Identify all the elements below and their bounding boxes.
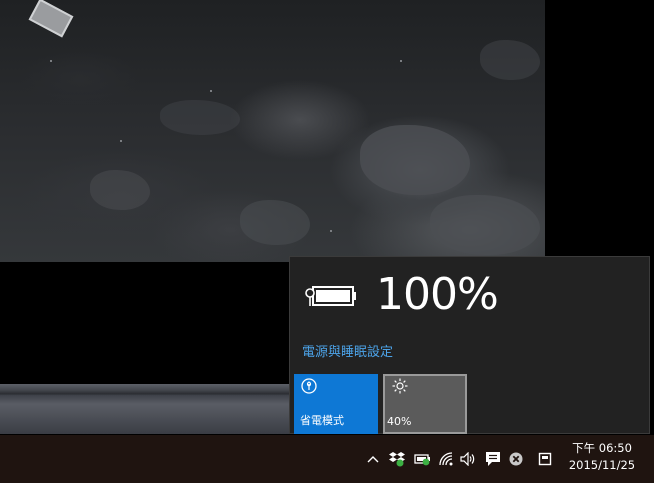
dropbox-icon[interactable] xyxy=(389,451,405,467)
volume-icon[interactable] xyxy=(460,451,478,467)
wifi-icon[interactable] xyxy=(438,451,454,467)
battery-saver-label: 省電模式 xyxy=(300,414,344,427)
chevron-up-icon[interactable] xyxy=(366,451,380,467)
speck xyxy=(400,60,402,62)
rock xyxy=(360,125,470,195)
action-center-icon[interactable] xyxy=(537,451,553,467)
speck xyxy=(50,60,52,62)
speck xyxy=(210,90,212,92)
brightness-tile[interactable]: 40% xyxy=(383,374,467,434)
battery-flyout: 100% 電源與睡眠設定 省電模式 40% xyxy=(289,256,650,434)
battery-percentage: 100% xyxy=(376,269,499,320)
debris-object xyxy=(28,0,74,38)
battery-plugged-icon xyxy=(305,286,356,306)
rock xyxy=(480,40,540,80)
taskbar: 下午 06:50 2015/11/25 xyxy=(0,435,654,483)
battery-saver-tile[interactable]: 省電模式 xyxy=(294,374,378,434)
background-video-frame xyxy=(0,0,545,262)
speck xyxy=(330,230,332,232)
rock xyxy=(240,200,310,245)
power-sleep-settings-link[interactable]: 電源與睡眠設定 xyxy=(302,341,393,360)
taskbar-clock[interactable]: 下午 06:50 2015/11/25 xyxy=(565,440,639,474)
media-player-bar xyxy=(0,384,300,434)
error-icon[interactable] xyxy=(508,451,524,467)
rock xyxy=(160,100,240,135)
brightness-label: 40% xyxy=(387,415,412,428)
leaf-icon xyxy=(301,378,317,394)
battery-charging-icon[interactable] xyxy=(414,451,432,467)
clock-time: 下午 06:50 xyxy=(572,441,632,455)
notification-icon[interactable] xyxy=(484,451,502,467)
speck xyxy=(120,140,122,142)
clock-date: 2015/11/25 xyxy=(568,458,636,472)
rock xyxy=(430,195,540,255)
sun-icon xyxy=(392,378,408,394)
rock xyxy=(90,170,150,210)
